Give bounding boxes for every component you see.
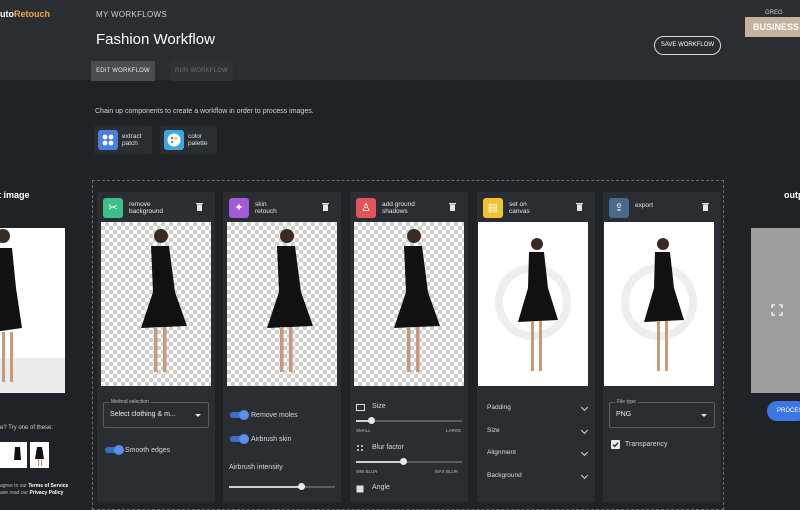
image-size-icon (356, 404, 365, 411)
slider-label: Airbrush intensity (229, 464, 283, 471)
step-label: skin retouch (255, 201, 277, 215)
step-preview-image (227, 222, 337, 386)
palette-icon (164, 130, 184, 150)
export-icon: ⇪ (609, 198, 629, 218)
model-figure (621, 238, 697, 371)
chevron-down-icon (580, 403, 589, 412)
method-selection-dropdown[interactable]: Method selection Select clothing & m... (103, 399, 209, 428)
step-preview-image (478, 222, 588, 386)
slider-label: Size (372, 403, 386, 410)
trash-icon[interactable] (576, 202, 583, 211)
scissors-icon: ✂ (103, 198, 123, 218)
step-preview-image (604, 222, 714, 386)
step-set-on-canvas[interactable]: ▤ set on canvas Padding Size Alignment Ba… (477, 192, 595, 502)
slider-max-label: MAX BLUR (435, 469, 459, 474)
toggle-label: Smooth edges (125, 447, 171, 454)
smooth-edges-toggle[interactable] (105, 445, 124, 455)
user-name[interactable]: GREG (765, 10, 783, 16)
step-preview-image (354, 222, 464, 386)
chevron-down-icon (580, 448, 589, 457)
model-figure (0, 229, 65, 393)
step-header: ✦ skin retouch (223, 192, 341, 222)
step-label: remove background (129, 201, 163, 215)
blur-factor-slider[interactable] (356, 458, 462, 465)
size-option[interactable]: Size (487, 426, 589, 435)
canvas-icon: ▤ (483, 198, 503, 218)
component-label: extract patch (122, 133, 142, 147)
slider-max-label: LARGE (446, 428, 462, 433)
intro-text: Chain up components to create a workflow… (95, 108, 314, 115)
output-image-title: outp (784, 190, 800, 200)
input-image[interactable] (0, 228, 65, 393)
file-type-dropdown[interactable]: File type PNG (609, 399, 715, 428)
checkbox-label: Transparency (625, 441, 668, 448)
toggle-label: Airbrush skin (251, 436, 292, 443)
tab-run-workflow[interactable]: RUN WORKFLOW (170, 61, 233, 81)
component-color-palette[interactable]: color palette (160, 126, 217, 154)
trash-icon[interactable] (449, 202, 456, 211)
chevron-down-icon (580, 426, 589, 435)
step-header: ⇪ export (603, 192, 721, 222)
app-logo[interactable]: utoRetouch (0, 9, 50, 19)
chevron-down-icon (580, 471, 589, 480)
slider-label: Blur factor (372, 444, 404, 451)
step-export[interactable]: ⇪ export File type PNG Transparency (603, 192, 721, 502)
component-extract-patch[interactable]: extract patch (94, 126, 152, 154)
breadcrumb[interactable]: MY WORKFLOWS (96, 10, 167, 19)
angle-icon (356, 485, 364, 493)
trash-icon[interactable] (702, 202, 709, 211)
top-bar: utoRetouch MY WORKFLOWS Fashion Workflow… (0, 0, 800, 81)
sample-thumbnail[interactable] (30, 442, 49, 468)
model-figure (267, 229, 313, 372)
slider-min-label: SMALL (356, 428, 371, 433)
step-skin-retouch[interactable]: ✦ skin retouch Remove moles Airbrush skin… (223, 192, 341, 502)
slider-label: Angle (372, 484, 390, 491)
step-header: ♙ add ground shadows (350, 192, 468, 222)
chevron-down-icon (701, 414, 707, 417)
input-image-title: t image (0, 190, 30, 200)
output-image-placeholder (751, 228, 800, 393)
tab-edit-workflow[interactable]: EDIT WORKFLOW (91, 61, 155, 81)
trash-icon[interactable] (196, 202, 203, 211)
try-samples-text: e? Try one of these: (0, 425, 54, 431)
component-label: color palette (188, 133, 208, 147)
page-title: Fashion Workflow (96, 31, 215, 48)
shadow-size-slider[interactable] (356, 417, 462, 424)
step-label: set on canvas (509, 201, 530, 215)
model-figure (394, 229, 440, 372)
model-figure (141, 229, 187, 372)
expand-icon (771, 304, 783, 316)
slider-min-label: MIN BLUR (356, 469, 378, 474)
step-header: ▤ set on canvas (477, 192, 595, 222)
terms-text: agree to our Terms of Service ase read o… (0, 483, 69, 496)
step-header: ✂ remove background (97, 192, 215, 222)
model-figure (495, 238, 571, 371)
step-label: add ground shadows (382, 201, 415, 215)
grid-dots-icon (98, 130, 118, 150)
airbrush-skin-toggle[interactable] (230, 434, 249, 444)
chevron-down-icon (195, 414, 201, 417)
sample-thumbnail[interactable] (8, 442, 27, 468)
airbrush-intensity-slider[interactable] (229, 483, 335, 490)
wand-icon: ✦ (229, 198, 249, 218)
business-badge: BUSINESS (745, 17, 800, 37)
step-add-ground-shadows[interactable]: ♙ add ground shadows Size SMALL LARGE Blu… (350, 192, 468, 502)
transparency-checkbox[interactable] (611, 440, 620, 449)
process-button[interactable]: PROCES (767, 401, 800, 421)
background-option[interactable]: Background (487, 471, 589, 480)
save-workflow-button[interactable]: SAVE WORKFLOW (654, 36, 721, 55)
lamp-icon: ♙ (356, 198, 376, 218)
step-label: export (635, 202, 654, 209)
remove-moles-toggle[interactable] (230, 410, 249, 420)
privacy-link[interactable]: Privacy Policy (29, 490, 63, 496)
step-remove-background[interactable]: ✂ remove background Method selection Sele… (97, 192, 215, 502)
terms-link[interactable]: Terms of Service (28, 483, 68, 489)
alignment-option[interactable]: Alignment (487, 448, 589, 457)
trash-icon[interactable] (322, 202, 329, 211)
blur-icon (357, 445, 363, 451)
step-preview-image (101, 222, 211, 386)
toggle-label: Remove moles (251, 412, 298, 419)
padding-option[interactable]: Padding (487, 403, 589, 412)
